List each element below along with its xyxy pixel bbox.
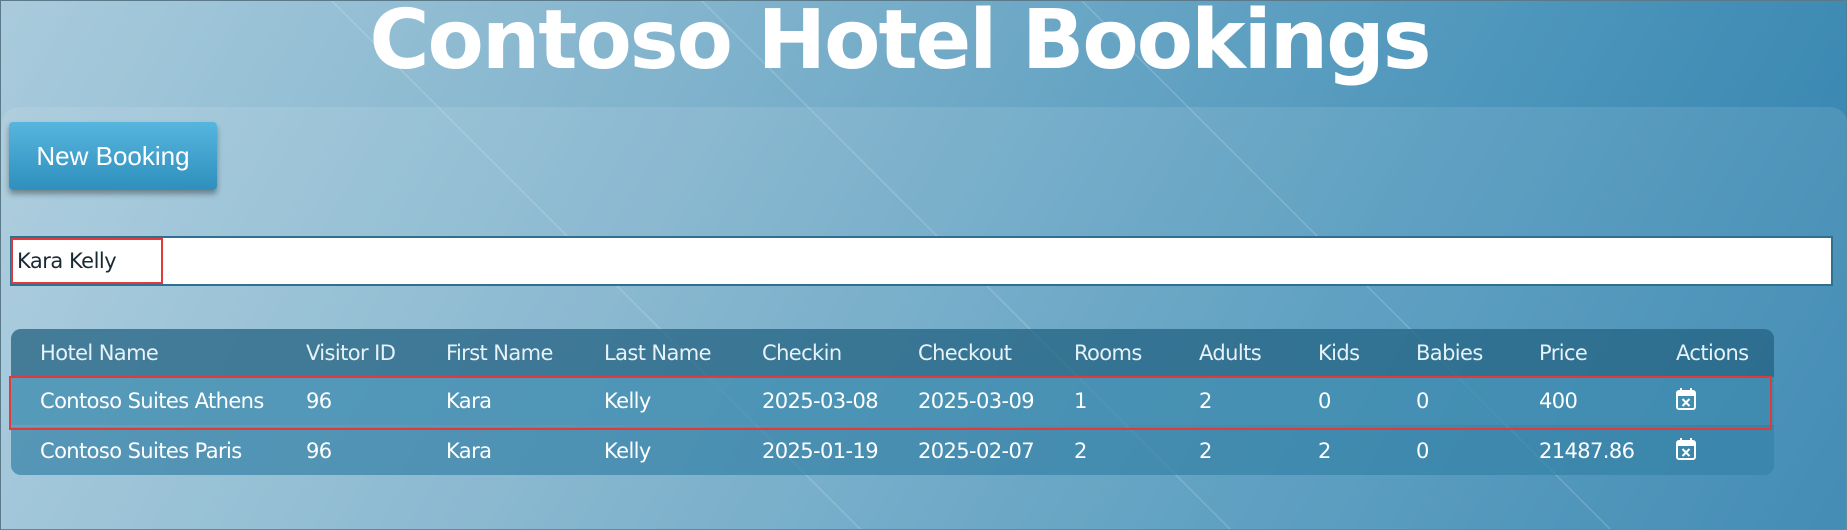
- column-header-checkin: Checkin: [762, 341, 842, 365]
- column-header-checkout: Checkout: [918, 341, 1012, 365]
- page-title: Contoso Hotel Bookings: [369, 0, 1431, 88]
- cell-babies: 0: [1416, 389, 1429, 413]
- cell-first-name: Kara: [446, 439, 492, 463]
- cell-last-name: Kelly: [604, 389, 651, 413]
- cell-hotel-name: Contoso Suites Paris: [40, 439, 242, 463]
- column-header-first-name: First Name: [446, 341, 553, 365]
- column-header-rooms: Rooms: [1074, 341, 1142, 365]
- cell-kids: 0: [1318, 389, 1331, 413]
- cell-babies: 0: [1416, 439, 1429, 463]
- cell-checkout: 2025-02-07: [918, 439, 1035, 463]
- table-header-row: Hotel Name Visitor ID First Name Last Na…: [11, 329, 1774, 377]
- cell-hotel-name: Contoso Suites Athens: [40, 389, 264, 413]
- cell-price: 21487.86: [1539, 439, 1635, 463]
- cell-last-name: Kelly: [604, 439, 651, 463]
- column-header-price: Price: [1539, 341, 1588, 365]
- cell-checkin: 2025-03-08: [762, 389, 879, 413]
- search-input[interactable]: [10, 236, 1833, 286]
- column-header-kids: Kids: [1318, 341, 1360, 365]
- calendar-cancel-icon[interactable]: [1675, 437, 1697, 461]
- cell-visitor-id: 96: [306, 439, 332, 463]
- cell-kids: 2: [1318, 439, 1331, 463]
- cell-adults: 2: [1199, 439, 1212, 463]
- calendar-cancel-icon[interactable]: [1675, 387, 1697, 411]
- table-row[interactable]: Contoso Suites Athens 96 Kara Kelly 2025…: [11, 377, 1774, 425]
- cell-rooms: 1: [1074, 389, 1087, 413]
- cell-rooms: 2: [1074, 439, 1087, 463]
- column-header-adults: Adults: [1199, 341, 1262, 365]
- cell-first-name: Kara: [446, 389, 492, 413]
- new-booking-button[interactable]: New Booking: [9, 122, 217, 190]
- column-header-babies: Babies: [1416, 341, 1483, 365]
- table-row[interactable]: Contoso Suites Paris 96 Kara Kelly 2025-…: [11, 427, 1774, 475]
- cell-price: 400: [1539, 389, 1578, 413]
- column-header-actions: Actions: [1676, 341, 1749, 365]
- bookings-table: Hotel Name Visitor ID First Name Last Na…: [11, 329, 1774, 475]
- column-header-hotel-name: Hotel Name: [40, 341, 159, 365]
- column-header-visitor-id: Visitor ID: [306, 341, 396, 365]
- cell-checkin: 2025-01-19: [762, 439, 879, 463]
- cell-checkout: 2025-03-09: [918, 389, 1035, 413]
- column-header-last-name: Last Name: [604, 341, 712, 365]
- cell-visitor-id: 96: [306, 389, 332, 413]
- cell-adults: 2: [1199, 389, 1212, 413]
